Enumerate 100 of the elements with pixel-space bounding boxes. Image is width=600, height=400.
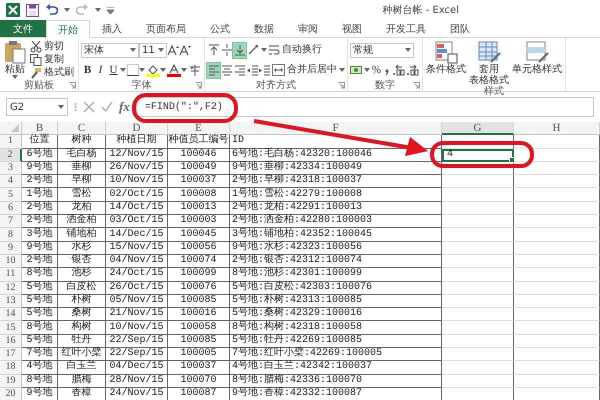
percent-button[interactable]: % — [370, 62, 383, 78]
row-header[interactable]: 7 — [0, 215, 22, 228]
row-header[interactable]: 11 — [0, 268, 22, 282]
ribbon-button[interactable]: 复制 — [30, 54, 74, 66]
fill-color-icon[interactable] — [146, 64, 160, 76]
row-header[interactable]: 4 — [0, 175, 22, 188]
caret-icon[interactable] — [160, 68, 166, 72]
ribbon-tab[interactable]: 开发工具 — [374, 20, 438, 37]
caret-icon[interactable] — [139, 68, 145, 72]
ribbon-button[interactable]: 套用 表格格式 — [468, 40, 510, 86]
align-button[interactable] — [207, 62, 220, 78]
underline-button[interactable]: U — [107, 62, 120, 78]
name-box[interactable]: G2 — [6, 98, 68, 116]
row-header[interactable]: 2 — [0, 148, 22, 162]
align-button[interactable] — [233, 62, 246, 78]
font-size-dropdown[interactable]: 11 — [139, 42, 167, 58]
ribbon-button[interactable]: 剪切 — [30, 40, 74, 53]
column-header[interactable]: G — [442, 122, 514, 136]
header-cell: 位置 — [22, 135, 58, 149]
increase-decimal-icon[interactable] — [392, 64, 406, 76]
ribbon-button[interactable]: 单元格样式 — [511, 40, 563, 86]
ribbon-tab[interactable]: 团队 — [438, 20, 482, 37]
align-button[interactable] — [233, 42, 246, 58]
caret-icon — [58, 105, 64, 109]
table-cell: 1号地:雪松:42279:100008 — [230, 188, 442, 202]
font-name-dropdown[interactable]: 宋体 — [81, 42, 139, 58]
caret-icon[interactable] — [364, 68, 370, 72]
row-header[interactable]: 5 — [0, 188, 22, 202]
phonetic-guide-icon[interactable] — [188, 64, 202, 76]
ribbon-tab[interactable]: 数据 — [242, 20, 286, 37]
paste-button[interactable]: 粘贴 — [2, 40, 28, 80]
fill-handle[interactable] — [509, 156, 515, 163]
row-header[interactable]: 19 — [0, 374, 22, 388]
row-header[interactable]: 13 — [0, 294, 22, 308]
ribbon-tab[interactable]: 开始 — [46, 20, 90, 38]
undo-icon[interactable] — [45, 4, 58, 16]
ribbon-tab[interactable]: 审阅 — [286, 20, 330, 37]
header-cell: 树种 — [58, 135, 106, 149]
caret-icon[interactable] — [64, 8, 70, 12]
row-header[interactable]: 1 — [0, 135, 22, 149]
dialog-launcher-icon[interactable] — [69, 82, 76, 89]
row-header[interactable]: 9 — [0, 242, 22, 255]
table-cell: 2号地 — [22, 202, 58, 216]
row-header[interactable]: 18 — [0, 361, 22, 375]
ribbon-tab[interactable]: 插入 — [90, 20, 134, 37]
align-button[interactable] — [207, 42, 220, 58]
wrap-text-button[interactable]: 自动换行 — [268, 44, 322, 56]
orientation-icon[interactable] — [247, 44, 261, 56]
row-header[interactable]: 17 — [0, 348, 22, 362]
italic-button[interactable]: I — [94, 62, 107, 78]
ribbon-tab[interactable]: 页面布局 — [134, 20, 198, 37]
row-header[interactable]: 12 — [0, 282, 22, 295]
font-shrink-icon[interactable] — [179, 44, 191, 56]
caret-icon[interactable] — [181, 68, 187, 72]
table-cell: 14/Oct/15 — [106, 202, 168, 216]
accounting-format-icon[interactable] — [350, 64, 364, 76]
excel-logo-icon[interactable] — [6, 3, 20, 17]
align-top-icon — [208, 44, 220, 56]
bold-button[interactable]: B — [81, 62, 94, 78]
borders-icon[interactable] — [127, 64, 139, 76]
row-header[interactable]: 6 — [0, 202, 22, 216]
align-button[interactable] — [220, 62, 233, 78]
empty-cell — [442, 254, 514, 268]
empty-cell — [442, 242, 514, 255]
row-header[interactable]: 14 — [0, 308, 22, 322]
ribbon-button[interactable]: 格式刷 — [30, 67, 74, 80]
decrease-decimal-icon[interactable] — [406, 64, 420, 76]
number-format-dropdown[interactable]: 常规 — [350, 42, 414, 58]
dialog-launcher-icon[interactable] — [413, 82, 420, 89]
row-header[interactable]: 15 — [0, 321, 22, 335]
decrease-indent-icon[interactable] — [247, 64, 259, 76]
dialog-launcher-icon[interactable] — [195, 82, 202, 89]
row-header[interactable]: 20 — [0, 388, 22, 400]
save-icon[interactable] — [26, 4, 39, 16]
table-cell: 红叶小檗 — [58, 348, 106, 362]
row-header[interactable]: 10 — [0, 254, 22, 268]
caret-icon[interactable] — [120, 68, 126, 72]
caret-icon[interactable] — [261, 48, 267, 52]
selected-cell[interactable]: 4 — [442, 148, 514, 162]
ribbon-tab[interactable]: 文件 — [0, 20, 46, 37]
table-cell: 5号地 — [22, 334, 58, 348]
align-button[interactable] — [220, 42, 233, 58]
caret-icon[interactable] — [95, 8, 101, 12]
formula-field[interactable]: =FIND(":",F2) — [136, 97, 594, 117]
row-header[interactable]: 3 — [0, 162, 22, 176]
table-cell: 10/Nov/15 — [106, 175, 168, 188]
merge-center-button[interactable]: 合并后居中 — [272, 64, 345, 76]
insert-function-button[interactable]: fx — [119, 99, 130, 115]
row-header[interactable]: 16 — [0, 334, 22, 348]
dialog-launcher-icon[interactable] — [338, 82, 345, 89]
column-header[interactable]: H — [514, 122, 600, 136]
ribbon-tab[interactable]: 视图 — [330, 20, 374, 37]
table-cell: 22/Sep/15 — [106, 348, 168, 362]
increase-indent-icon[interactable] — [259, 64, 271, 76]
ribbon-button[interactable]: 条件格式 — [425, 40, 467, 86]
customize-toolbar-icon[interactable] — [107, 6, 114, 14]
row-header[interactable]: 8 — [0, 228, 22, 242]
font-grow-icon[interactable] — [167, 44, 179, 56]
font-color-icon[interactable] — [167, 64, 181, 76]
ribbon-tab[interactable]: 公式 — [198, 20, 242, 37]
